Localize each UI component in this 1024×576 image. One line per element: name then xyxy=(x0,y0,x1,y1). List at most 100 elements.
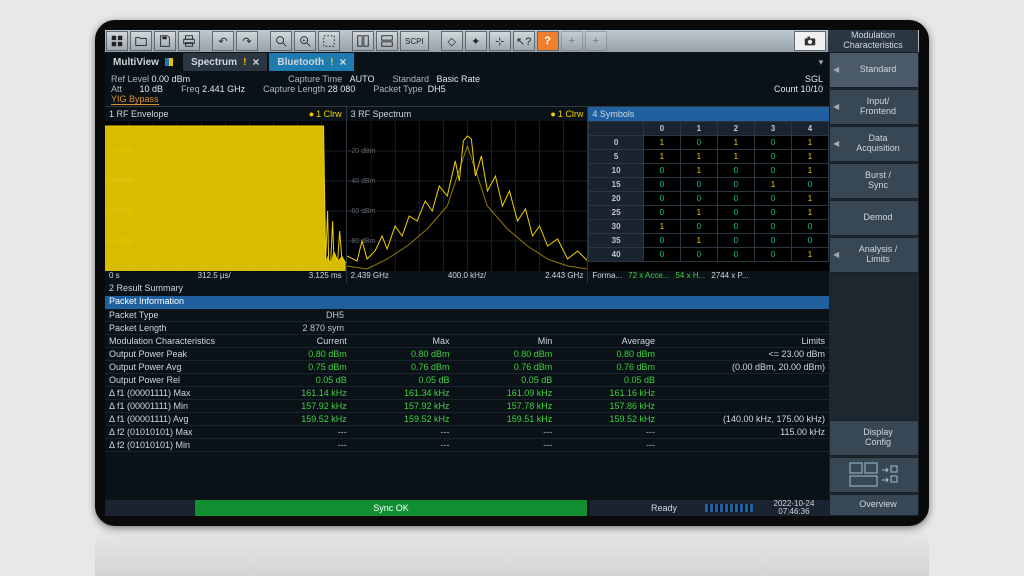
param-value: 10 dB xyxy=(140,84,164,94)
plot-rf-spectrum: -20 dBm-40 dBm -60 dBm-80 dBm xyxy=(347,121,588,271)
progress-bar xyxy=(699,504,759,512)
param-label: Capture Length xyxy=(263,84,325,94)
info-label: Packet Type xyxy=(109,310,264,320)
add1-icon[interactable]: + xyxy=(561,31,583,51)
softkey-burst-sync[interactable]: Burst /Sync xyxy=(829,163,919,199)
tab-spectrum[interactable]: Spectrum ! × xyxy=(183,53,267,71)
softkey-display-config[interactable]: DisplayConfig xyxy=(829,420,919,456)
grid-icon[interactable] xyxy=(376,31,398,51)
parameter-bar: Ref Level 0.00 dBm Capture Time AUTO Sta… xyxy=(105,72,829,107)
pointer-icon[interactable]: ↖? xyxy=(513,31,535,51)
zoom-out-icon[interactable] xyxy=(318,31,340,51)
crosshair-icon[interactable]: ✦ xyxy=(465,31,487,51)
yig-bypass-indicator: YIG Bypass xyxy=(111,94,159,105)
pane-symbols[interactable]: 4 Symbols 012340101015111011001001150001… xyxy=(588,107,829,283)
param-value: 0.00 dBm xyxy=(152,74,191,84)
svg-text:-40 dBm: -40 dBm xyxy=(349,178,376,185)
softkey-overview[interactable]: Overview xyxy=(829,494,919,516)
svg-text:+: + xyxy=(302,38,305,44)
results-title: 2 Result Summary xyxy=(105,283,829,296)
zoom-select-icon[interactable] xyxy=(270,31,292,51)
tab-bar: MultiView Spectrum ! × Bluetooth ! × ▾ xyxy=(105,52,829,72)
axis-icon[interactable]: ⊹ xyxy=(489,31,511,51)
axis-max: 2.443 GHz xyxy=(545,271,583,283)
result-row: Δ f2 (01010101) Min------------ xyxy=(105,439,829,452)
tab-bluetooth[interactable]: Bluetooth ! × xyxy=(269,53,354,71)
camera-icon[interactable] xyxy=(794,31,826,51)
result-row: Δ f2 (01010101) Max------------115.00 kH… xyxy=(105,426,829,439)
tab-dropdown-icon[interactable]: ▾ xyxy=(813,57,829,68)
close-icon[interactable]: × xyxy=(252,55,259,69)
right-softkey-panel: ◀Standard◀Input/Frontend◀DataAcquisition… xyxy=(829,52,919,516)
axis-min: 2.439 GHz xyxy=(351,271,389,283)
param-label: Capture Time xyxy=(288,74,342,84)
param-value: 2.441 GHz xyxy=(202,84,245,94)
scpi-button[interactable]: SCPI xyxy=(400,31,429,51)
save-icon[interactable] xyxy=(154,31,176,51)
symbols-footer: Forma... 72 x Acce... 54 x H... 2744 x P… xyxy=(588,271,829,283)
pane-title: 3 RF Spectrum xyxy=(351,109,412,119)
redo-icon[interactable]: ↷ xyxy=(236,31,258,51)
pane-rf-spectrum[interactable]: 3 RF Spectrum 1 Clrw xyxy=(347,107,589,283)
softkey-analysis-limits[interactable]: ◀Analysis /Limits xyxy=(829,237,919,273)
result-row: Δ f1 (00001111) Avg159.52 kHz159.52 kHz1… xyxy=(105,413,829,426)
top-toolbar: ↶ ↷ + SCPI ◇ ✦ ⊹ ↖? ? + + Modulation Cha… xyxy=(105,30,919,52)
param-value: Basic Rate xyxy=(437,74,481,84)
param-label: Att xyxy=(111,84,122,94)
softkey-demod[interactable]: Demod xyxy=(829,200,919,236)
print-icon[interactable] xyxy=(178,31,200,51)
softkey-standard[interactable]: ◀Standard xyxy=(829,52,919,88)
param-value: Count 10/10 xyxy=(774,84,823,94)
warning-icon: ! xyxy=(243,57,246,68)
info-value: DH5 xyxy=(264,310,344,320)
pane-title: 4 Symbols xyxy=(592,109,634,119)
axis-max: 3.125 ms xyxy=(309,271,342,283)
axis-div: 400.0 kHz/ xyxy=(448,271,486,283)
param-value: 28 080 xyxy=(328,84,356,94)
windows-icon[interactable] xyxy=(106,31,128,51)
info-label: Packet Length xyxy=(109,323,264,333)
param-value: SGL xyxy=(805,74,823,84)
pane-title: 1 RF Envelope xyxy=(109,109,169,119)
plot-rf-envelope: -20 dBm-40 dBm -60 dBm-80 dBm xyxy=(105,121,346,271)
graph-panes: 1 RF Envelope 1 Clrw xyxy=(105,107,829,283)
open-icon[interactable] xyxy=(130,31,152,51)
param-label: Ref Level xyxy=(111,74,149,84)
zoom-in-icon[interactable]: + xyxy=(294,31,316,51)
param-value: AUTO xyxy=(350,74,375,84)
close-icon[interactable]: × xyxy=(339,55,346,69)
results-section: Packet Information xyxy=(105,296,829,309)
svg-text:-20 dBm: -20 dBm xyxy=(349,148,376,155)
datetime: 2022-10-2407:46:36 xyxy=(759,500,829,516)
result-summary: 2 Result Summary Packet Information Pack… xyxy=(105,283,829,500)
results-header-row: Modulation Characteristics CurrentMax Mi… xyxy=(105,335,829,348)
trace-label: 1 Clrw xyxy=(550,109,583,119)
param-label: Packet Type xyxy=(373,84,422,94)
info-value: 2 870 sym xyxy=(264,323,344,333)
tab-label: MultiView xyxy=(113,57,159,68)
undo-icon[interactable]: ↶ xyxy=(212,31,234,51)
layout-diagram-button[interactable] xyxy=(829,457,919,493)
layout-icon[interactable] xyxy=(352,31,374,51)
tab-multiview[interactable]: MultiView xyxy=(105,53,181,71)
ready-status: Ready xyxy=(629,503,699,513)
param-label: Standard xyxy=(392,74,429,84)
help-icon[interactable]: ? xyxy=(537,31,559,51)
add2-icon[interactable]: + xyxy=(585,31,607,51)
marker-icon[interactable]: ◇ xyxy=(441,31,463,51)
param-value: DH5 xyxy=(428,84,446,94)
right-panel-title: Modulation Characteristics xyxy=(828,30,918,52)
multiview-icon xyxy=(165,58,173,66)
result-row: Output Power Peak0.80 dBm0.80 dBm0.80 dB… xyxy=(105,348,829,361)
warning-icon: ! xyxy=(330,57,333,68)
tab-label: Bluetooth xyxy=(277,57,324,68)
result-row: Output Power Avg0.75 dBm0.76 dBm0.76 dBm… xyxy=(105,361,829,374)
trace-label: 1 Clrw xyxy=(309,109,342,119)
result-row: Δ f1 (00001111) Min157.92 kHz157.92 kHz1… xyxy=(105,400,829,413)
axis-min: 0 s xyxy=(109,271,120,283)
axis-div: 312.5 μs/ xyxy=(198,271,231,283)
status-bar: Sync OK Ready 2022-10-2407:46:36 xyxy=(105,500,829,516)
softkey-data-acquisition[interactable]: ◀DataAcquisition xyxy=(829,126,919,162)
softkey-input-frontend[interactable]: ◀Input/Frontend xyxy=(829,89,919,125)
pane-rf-envelope[interactable]: 1 RF Envelope 1 Clrw xyxy=(105,107,347,283)
